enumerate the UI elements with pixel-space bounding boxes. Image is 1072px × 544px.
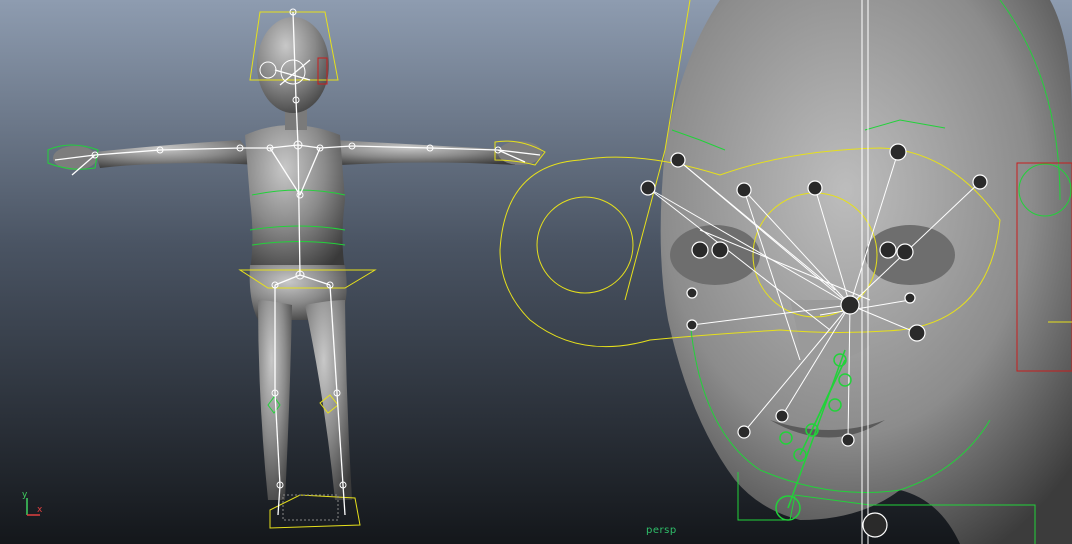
viewport-canvas[interactable] (0, 0, 1072, 544)
maya-perspective-viewport[interactable]: y x persp (0, 0, 1072, 544)
camera-label: persp (646, 525, 677, 536)
axis-x-label: x (37, 505, 43, 515)
axis-y-label: y (22, 490, 28, 500)
